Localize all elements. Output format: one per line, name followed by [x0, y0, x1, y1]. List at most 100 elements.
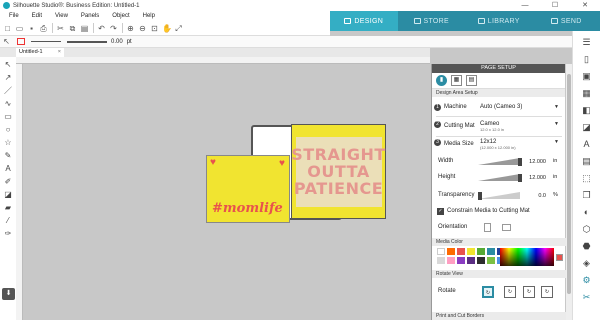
point-edit-tool-icon[interactable]: ↗ [3, 73, 13, 83]
line-width-value[interactable]: 0.00 [111, 39, 123, 45]
landscape-orientation-icon[interactable] [502, 224, 511, 231]
star-tool-icon[interactable]: ☆ [3, 138, 13, 148]
library-panel-icon[interactable]: ☰ [579, 36, 595, 48]
tab-send[interactable]: SEND [533, 11, 600, 31]
offset-panel-icon[interactable]: ⬡ [579, 223, 595, 235]
color-swatch[interactable] [477, 257, 485, 264]
portrait-orientation-icon[interactable] [484, 223, 491, 232]
zoom-out-icon[interactable]: ⊖ [138, 24, 147, 33]
color-swatch[interactable] [437, 248, 445, 255]
color-swatch[interactable] [487, 257, 495, 264]
line-panel-icon[interactable]: ◪ [579, 121, 595, 133]
redo-icon[interactable]: ↷ [109, 24, 118, 33]
menu-view[interactable]: View [55, 13, 68, 19]
tab-design[interactable]: DESIGN [330, 11, 398, 31]
undo-icon[interactable]: ↶ [97, 24, 106, 33]
straight-outta-patience-design[interactable]: STRAIGHT OUTTA PATIENCE [291, 124, 386, 219]
transform-panel-icon[interactable]: ⬚ [579, 172, 595, 184]
height-input[interactable]: 12.000 [522, 174, 548, 183]
menu-edit[interactable]: Edit [32, 13, 42, 19]
grid-tab-icon[interactable]: ▦ [451, 75, 462, 86]
color-swatch[interactable] [457, 257, 465, 264]
tab-library[interactable]: LIBRARY [465, 11, 533, 31]
close-tab-icon[interactable]: × [58, 48, 61, 57]
rectangle-tool-icon[interactable]: ▭ [3, 112, 13, 122]
menu-object[interactable]: Object [112, 13, 129, 19]
document-tab[interactable]: Untitled-1 × [16, 48, 64, 57]
rotate-90-icon[interactable]: ↻ [504, 286, 516, 298]
scrollbar-thumb[interactable] [567, 74, 571, 294]
page-setup-tab-icon[interactable]: ▮ [436, 75, 447, 86]
eyedropper-tool-icon[interactable]: ✑ [3, 229, 13, 239]
zoom-select-icon[interactable]: ⊡ [150, 24, 159, 33]
replicate-panel-icon[interactable]: ❐ [579, 189, 595, 201]
ellipse-tool-icon[interactable]: ○ [3, 125, 13, 135]
download-icon[interactable]: ⬇ [2, 288, 15, 300]
paste-icon[interactable]: ▤ [80, 24, 89, 33]
color-swatch[interactable] [447, 257, 455, 264]
line-tool-icon[interactable]: ／ [3, 86, 13, 96]
pencil-tool-icon[interactable]: ✎ [3, 151, 13, 161]
line-style-preview[interactable] [31, 41, 61, 42]
brush-tool-icon[interactable]: ✐ [3, 177, 13, 187]
grid-panel-icon[interactable]: ▦ [579, 87, 595, 99]
layers-panel-icon[interactable]: ◈ [579, 257, 595, 269]
machine-select[interactable]: Auto (Cameo 3) [480, 104, 522, 110]
text-tool-icon[interactable]: A [3, 164, 13, 174]
rotate-180-icon[interactable]: ↻ [523, 286, 535, 298]
minimize-button[interactable]: — [514, 0, 536, 11]
dropdown-arrow-icon[interactable]: ▼ [554, 139, 559, 145]
constrain-row[interactable]: ✓ Constrain Media to Cutting Mat [432, 208, 566, 218]
curve-tool-icon[interactable]: ∿ [3, 99, 13, 109]
color-swatch[interactable] [477, 248, 485, 255]
text-panel-icon[interactable]: A [579, 138, 595, 150]
registration-tab-icon[interactable]: ▤ [466, 75, 477, 86]
media-size-row[interactable]: 3 Media Size 12x12 (12.000 x 12.000 in) ▼ [432, 139, 566, 153]
new-document-icon[interactable]: □ [3, 24, 12, 33]
trace-panel-icon[interactable]: ⬣ [579, 240, 595, 252]
zoom-in-icon[interactable]: ⊕ [126, 24, 135, 33]
color-swatch[interactable] [467, 248, 475, 255]
machine-row[interactable]: 1 Machine Auto (Cameo 3) ▼ [432, 104, 566, 116]
close-window-button[interactable]: ✕ [574, 0, 596, 11]
select-arrow-icon[interactable]: ↖ [2, 37, 11, 46]
save-icon[interactable]: ▪ [27, 24, 36, 33]
rotate-0-icon[interactable]: ↻ [482, 286, 494, 298]
width-slider[interactable] [478, 158, 522, 166]
dropdown-arrow-icon[interactable]: ▼ [554, 121, 559, 127]
menu-panels[interactable]: Panels [81, 13, 99, 19]
maximize-button[interactable]: ☐ [544, 0, 566, 11]
rotate-270-icon[interactable]: ↻ [541, 286, 553, 298]
select-tool-icon[interactable]: ↖ [3, 60, 13, 70]
tab-store[interactable]: STORE [398, 11, 466, 31]
cutting-mat-row[interactable]: 2 Cutting Mat Cameo 12.0 x 12.0 in ▼ [432, 121, 566, 135]
pan-hand-icon[interactable]: ✋ [162, 24, 172, 33]
color-swatch[interactable] [457, 248, 465, 255]
cut-icon[interactable]: ✂ [56, 24, 65, 33]
fill-tool-icon[interactable]: ◪ [3, 190, 13, 200]
color-swatch[interactable] [447, 248, 455, 255]
transparency-slider[interactable] [478, 192, 520, 200]
constrain-checkbox[interactable]: ✓ [437, 208, 444, 215]
print-icon[interactable]: ⎙ [39, 24, 48, 33]
dropdown-arrow-icon[interactable]: ▼ [554, 104, 559, 110]
color-spectrum-picker[interactable] [500, 248, 554, 266]
color-swatch[interactable] [487, 248, 495, 255]
open-folder-icon[interactable]: ▭ [15, 24, 24, 33]
momlife-design[interactable]: ♥ ♥ #momlife [206, 155, 290, 223]
align-panel-icon[interactable]: ▤ [579, 155, 595, 167]
color-swatch[interactable] [467, 257, 475, 264]
eraser-tool-icon[interactable]: ▰ [3, 203, 13, 213]
width-input[interactable]: 12.000 [522, 158, 548, 167]
media-size-select[interactable]: 12x12 (12.000 x 12.000 in) [480, 139, 516, 150]
line-color-swatch[interactable] [17, 38, 25, 45]
cutting-mat-select[interactable]: Cameo 12.0 x 12.0 in [480, 121, 504, 132]
fit-page-icon[interactable]: ⤢ [174, 24, 183, 33]
color-swatch[interactable] [437, 257, 445, 264]
menu-file[interactable]: File [9, 13, 19, 19]
line-width-preview[interactable] [67, 40, 107, 43]
send-cut-icon[interactable]: ✂ [579, 291, 595, 303]
current-color-swatch[interactable] [556, 254, 563, 261]
height-slider[interactable] [478, 174, 522, 182]
copy-icon[interactable]: ⧉ [68, 24, 77, 33]
